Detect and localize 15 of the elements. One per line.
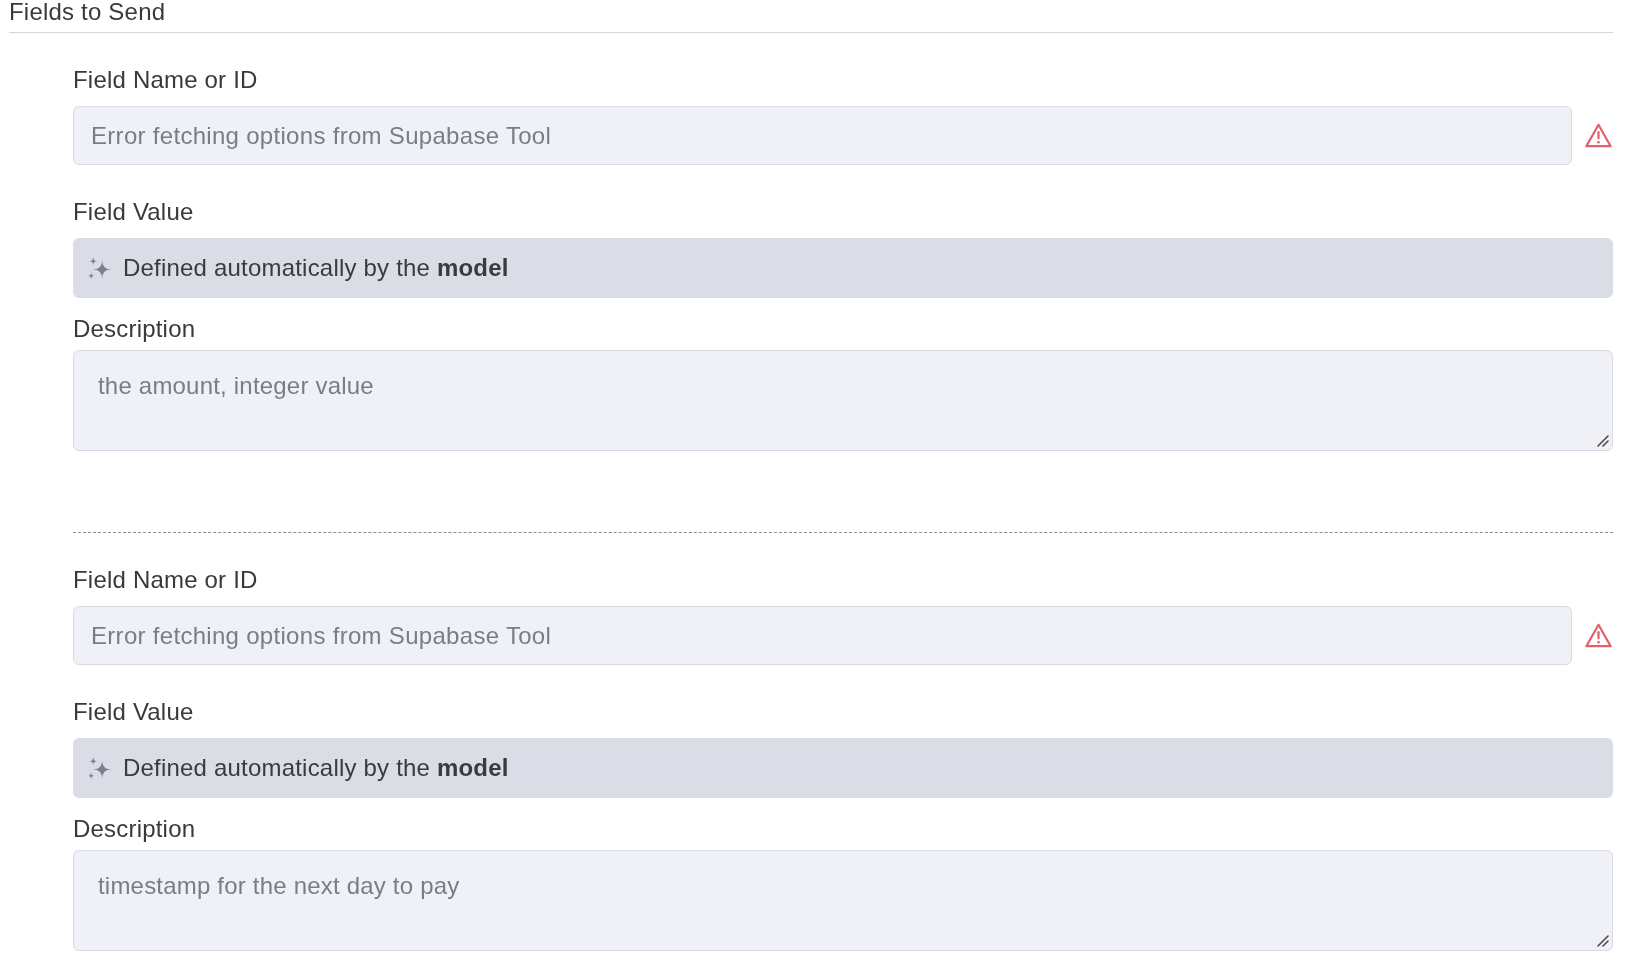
resize-handle-icon[interactable] [1597, 935, 1609, 947]
field-name-select[interactable]: Error fetching options from Supabase Tool [73, 606, 1572, 665]
model-value-text: Defined automatically by the model [123, 754, 509, 782]
field-label: Field Value [73, 698, 194, 725]
field-label: Field Value [73, 198, 194, 225]
field-label: Description [73, 315, 196, 342]
field-label: Description [73, 815, 196, 842]
description-field[interactable]: timestamp for the next day to pay [73, 850, 1613, 951]
description-field[interactable]: the amount, integer value [73, 350, 1613, 451]
field-name-select[interactable]: Error fetching options from Supabase Tool [73, 106, 1572, 165]
resize-handle-icon[interactable] [1597, 435, 1609, 447]
field-label: Field Name or ID [73, 566, 258, 593]
section-title: Fields to Send [9, 0, 166, 25]
model-value-text: Defined automatically by the model [123, 254, 509, 282]
field-label: Field Name or ID [73, 66, 258, 93]
